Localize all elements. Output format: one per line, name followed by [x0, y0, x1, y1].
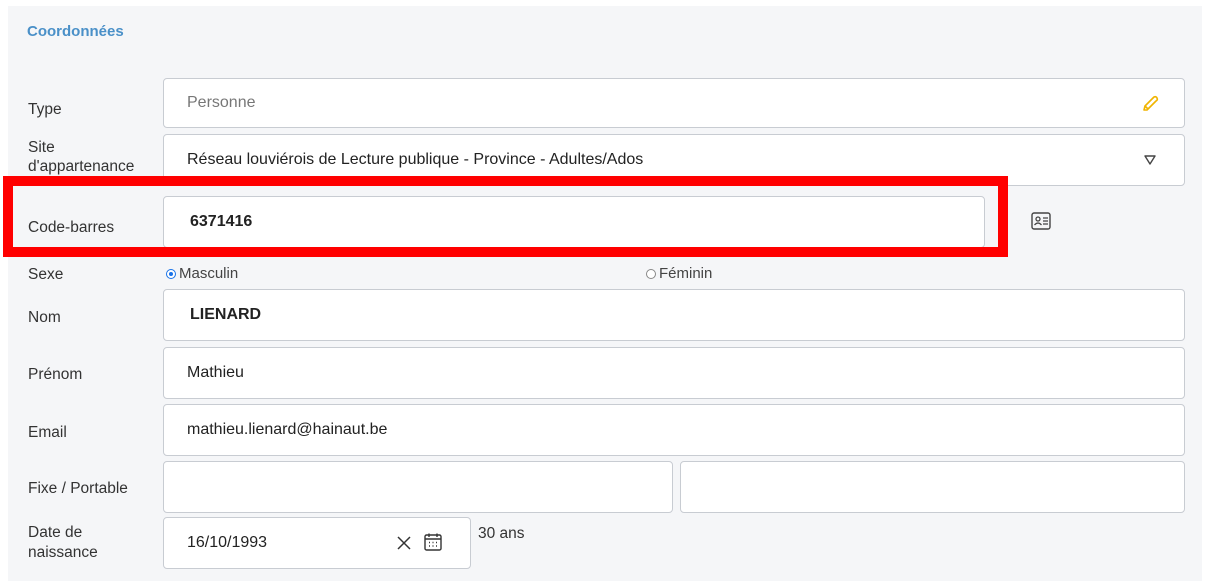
nom-input[interactable]: LIENARD: [163, 289, 1185, 341]
clear-icon[interactable]: [394, 532, 414, 554]
barcode-input[interactable]: 6371416: [163, 196, 985, 248]
radio-masculin-label: Masculin: [179, 265, 239, 282]
coordonnees-panel: Coordonnées Type Personne Site d'apparte…: [8, 6, 1202, 581]
section-title: Coordonnées: [27, 23, 124, 40]
birth-date-value: 16/10/1993: [187, 534, 268, 551]
fixe-input[interactable]: [163, 461, 673, 513]
site-value: Réseau louviérois de Lecture publique - …: [187, 151, 644, 168]
radio-feminin-dot[interactable]: [646, 268, 656, 279]
type-field[interactable]: Personne: [163, 78, 1185, 128]
phone-label: Fixe / Portable: [28, 480, 128, 497]
radio-feminin-label: Féminin: [659, 265, 713, 282]
prenom-label: Prénom: [28, 366, 83, 383]
radio-masculin-dot[interactable]: [166, 268, 176, 279]
email-label: Email: [28, 424, 67, 441]
type-value: Personne: [187, 94, 256, 111]
prenom-input[interactable]: Mathieu: [163, 347, 1185, 399]
sexe-label: Sexe: [28, 266, 64, 283]
email-input[interactable]: mathieu.lienard@hainaut.be: [163, 404, 1185, 456]
site-select[interactable]: Réseau louviérois de Lecture publique - …: [163, 134, 1185, 186]
pencil-icon[interactable]: [1138, 92, 1162, 116]
nom-label: Nom: [28, 309, 61, 326]
nom-value: LIENARD: [190, 306, 262, 323]
radio-feminin[interactable]: Féminin: [646, 265, 712, 282]
id-card-icon[interactable]: [1029, 210, 1053, 232]
barcode-value: 6371416: [190, 213, 253, 230]
calendar-icon[interactable]: [421, 530, 445, 554]
birth-label: Date de naissance: [28, 524, 98, 561]
portable-input[interactable]: [680, 461, 1185, 513]
type-label: Type: [28, 101, 62, 118]
chevron-down-icon[interactable]: [1141, 151, 1159, 169]
site-label: Site d'appartenance: [28, 139, 135, 175]
email-value: mathieu.lienard@hainaut.be: [187, 421, 388, 438]
radio-masculin[interactable]: Masculin: [166, 265, 238, 282]
age-text: 30 ans: [478, 525, 525, 542]
barcode-label: Code-barres: [28, 219, 115, 236]
prenom-value: Mathieu: [187, 364, 244, 381]
